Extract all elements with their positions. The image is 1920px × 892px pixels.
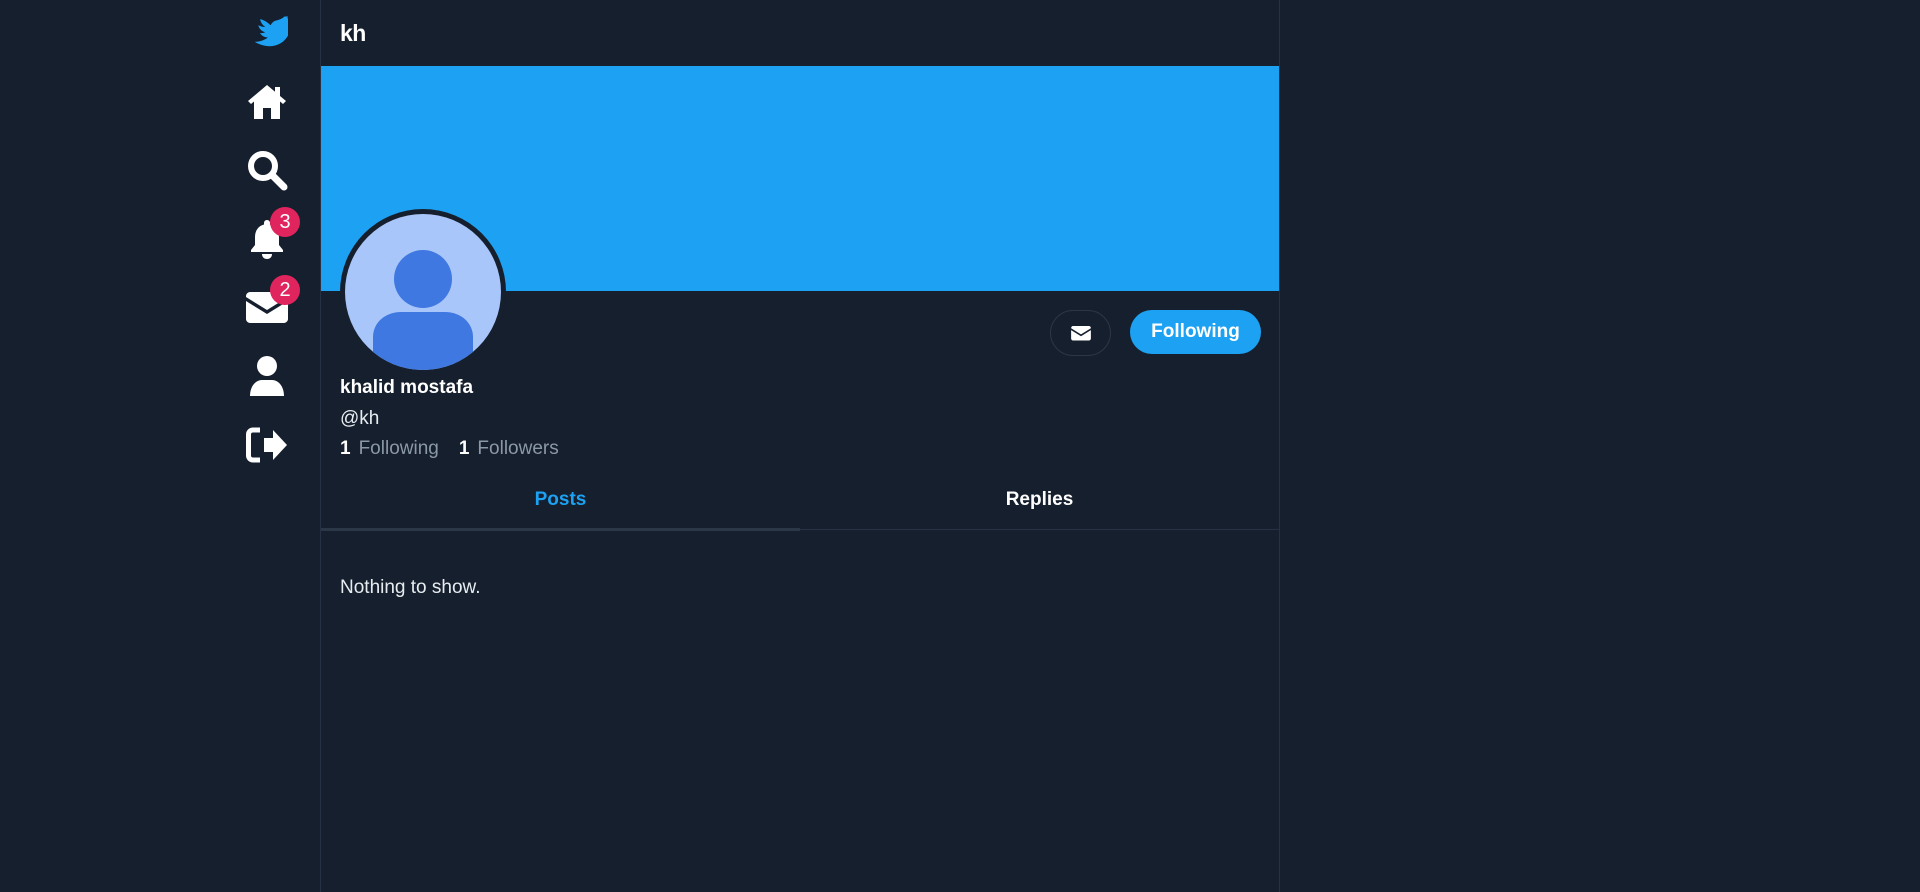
- home-icon: [248, 85, 286, 119]
- avatar[interactable]: [340, 209, 506, 375]
- profile-stats: 1 Following 1 Followers: [340, 438, 579, 460]
- profile-tabs: Posts Replies: [321, 470, 1279, 531]
- user-icon: [250, 356, 284, 396]
- bird-logo-icon: [254, 16, 288, 47]
- sign-out-icon: [246, 427, 287, 463]
- tab-posts[interactable]: Posts: [321, 470, 800, 531]
- sidebar-nav: 3 2: [0, 0, 320, 892]
- default-user-icon: [373, 250, 473, 370]
- followers-count: 1: [458, 438, 470, 459]
- following-count: 1: [340, 438, 351, 459]
- avatar-placeholder: [345, 214, 501, 370]
- profile-display-name: khalid mostafa: [340, 377, 474, 398]
- tab-replies[interactable]: Replies: [800, 470, 1279, 530]
- profile-header-bar: kh: [321, 0, 1279, 66]
- profile-handle: @kh: [340, 408, 380, 429]
- followers-label: Followers: [477, 438, 559, 459]
- followers-stat[interactable]: 1 Followers: [459, 438, 559, 460]
- message-button[interactable]: [1050, 310, 1111, 356]
- notifications-badge: 3: [270, 207, 300, 237]
- sidebar-item-logo[interactable]: [245, 12, 289, 56]
- page-title: kh: [340, 19, 366, 46]
- sidebar-item-profile[interactable]: [245, 354, 289, 398]
- envelope-icon: [1070, 325, 1091, 341]
- following-button[interactable]: Following: [1130, 310, 1261, 354]
- search-icon: [248, 151, 288, 191]
- following-stat[interactable]: 1 Following: [340, 438, 439, 460]
- sidebar-item-explore[interactable]: [245, 148, 289, 192]
- messages-badge: 2: [270, 275, 300, 305]
- empty-feed-message: Nothing to show.: [340, 577, 481, 598]
- sidebar-item-logout[interactable]: [245, 423, 289, 467]
- sidebar-item-home[interactable]: [245, 79, 289, 123]
- following-label: Following: [358, 438, 439, 459]
- profile-column: kh Following khalid mostafa @kh 1 Follow…: [320, 0, 1280, 892]
